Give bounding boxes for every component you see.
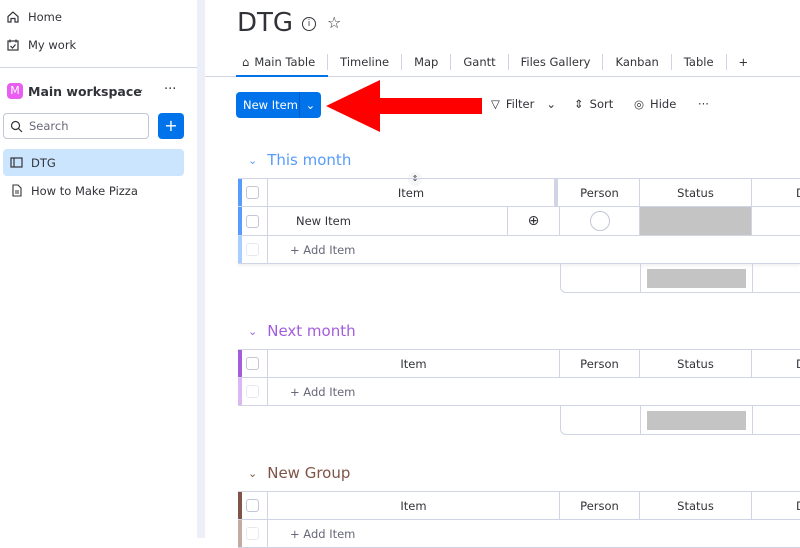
chevron-down-icon[interactable]: ⌄ (136, 84, 144, 95)
table-header: Item Person Status D (238, 349, 800, 378)
filter-icon: ▽ (491, 97, 500, 111)
table-row: New Item ⊕ (238, 207, 800, 236)
tab-timeline[interactable]: Timeline (328, 54, 403, 70)
column-item[interactable]: Item (268, 350, 560, 377)
chevron-down-icon[interactable]: ⌄ (248, 467, 257, 480)
column-person[interactable]: Person (560, 179, 640, 206)
tab-gantt[interactable]: Gantt (451, 54, 509, 70)
more-button[interactable]: ··· (698, 97, 709, 111)
column-date[interactable]: D (752, 350, 800, 377)
column-status[interactable]: Status (640, 492, 752, 519)
nav-label: Home (28, 10, 62, 24)
column-status[interactable]: Status (640, 179, 752, 206)
info-icon[interactable]: i (302, 17, 316, 31)
sidebar-item-pizza[interactable]: How to Make Pizza (3, 177, 184, 204)
chevron-down-icon[interactable]: ⌄ (248, 325, 257, 338)
table-header: Item Person Status D (238, 491, 800, 520)
column-status[interactable]: Status (640, 350, 752, 377)
workspace-logo: M (7, 83, 23, 99)
search-input[interactable]: Search (3, 113, 149, 139)
column-date[interactable]: D (752, 492, 800, 519)
nav-label: My work (28, 38, 77, 52)
sidebar: Home My work M Main workspace ⌄ ··· Sear… (0, 0, 197, 538)
add-item-row: + Add Item (238, 520, 800, 548)
column-date[interactable]: D (752, 179, 800, 206)
tab-map[interactable]: Map (402, 54, 452, 70)
status-cell[interactable] (640, 207, 752, 235)
person-cell[interactable] (560, 207, 640, 235)
status-summary (647, 269, 746, 288)
column-item[interactable]: Item (268, 492, 560, 519)
sort-button[interactable]: ⇕ Sort (574, 97, 613, 111)
more-icon[interactable]: ··· (164, 82, 176, 97)
select-all-checkbox[interactable] (238, 492, 268, 519)
add-item-input[interactable]: + Add Item (268, 236, 355, 263)
sidebar-item-dtg[interactable]: DTG (3, 149, 184, 176)
chevron-down-icon: ⌄ (546, 97, 556, 111)
calendar-check-icon (7, 39, 19, 51)
filter-button[interactable]: ▽ Filter ⌄ (491, 97, 556, 111)
add-item-input[interactable]: + Add Item (268, 520, 355, 547)
divider (0, 67, 197, 68)
add-item-row: + Add Item (238, 378, 800, 406)
group-new-group-title[interactable]: ⌄ New Group (248, 464, 350, 482)
new-item-button[interactable]: New Item ⌄ (236, 92, 321, 118)
item-name[interactable]: New Item (268, 207, 508, 235)
group-this-month-title[interactable]: ⌄ This month (248, 151, 351, 169)
document-icon (12, 184, 22, 197)
search-icon (10, 120, 23, 132)
row-checkbox[interactable] (238, 207, 268, 235)
board-icon (10, 157, 23, 168)
status-summary (647, 411, 746, 430)
chevron-down-icon[interactable]: ⌄ (248, 154, 257, 167)
avatar-placeholder-icon (589, 211, 610, 231)
table-header: Item Person Status D (238, 178, 800, 207)
add-item-input[interactable]: + Add Item (268, 378, 355, 405)
select-all-checkbox[interactable] (238, 179, 268, 206)
view-tabs: ⌂ Main Table Timeline Map Gantt Files Gal… (238, 50, 760, 74)
group-next-month-title[interactable]: ⌄ Next month (248, 322, 356, 340)
summary-row (560, 264, 800, 293)
chevron-down-icon[interactable]: ⌄ (299, 92, 321, 118)
sort-icon: ⇕ (574, 97, 584, 111)
column-person[interactable]: Person (560, 492, 640, 519)
column-person[interactable]: Person (560, 350, 640, 377)
tab-table[interactable]: Table (672, 54, 727, 70)
tab-kanban[interactable]: Kanban (603, 54, 672, 70)
page-title: DTG (237, 8, 294, 38)
summary-row (560, 406, 800, 435)
eye-off-icon: ◎ (634, 97, 645, 111)
add-item-row: + Add Item (238, 236, 800, 264)
annotation-arrow (326, 80, 482, 132)
tab-main-table[interactable]: ⌂ Main Table (238, 54, 329, 70)
nav-home[interactable]: Home (6, 10, 62, 24)
home-icon (7, 11, 19, 23)
home-icon: ⌂ (242, 55, 250, 69)
select-all-checkbox[interactable] (238, 350, 268, 377)
tab-files-gallery[interactable]: Files Gallery (509, 54, 604, 70)
add-view-button[interactable]: + (727, 54, 761, 70)
star-icon[interactable]: ☆ (327, 13, 341, 32)
nav-my-work[interactable]: My work (6, 38, 76, 52)
sidebar-resize-handle[interactable] (197, 0, 205, 538)
hide-button[interactable]: ◎ Hide (634, 97, 676, 111)
workspace-name[interactable]: Main workspace (28, 84, 142, 99)
column-item[interactable]: Item (268, 179, 558, 206)
active-tab-indicator (236, 75, 328, 77)
add-button[interactable]: + (158, 113, 184, 139)
add-update-icon[interactable]: ⊕ (508, 207, 560, 235)
